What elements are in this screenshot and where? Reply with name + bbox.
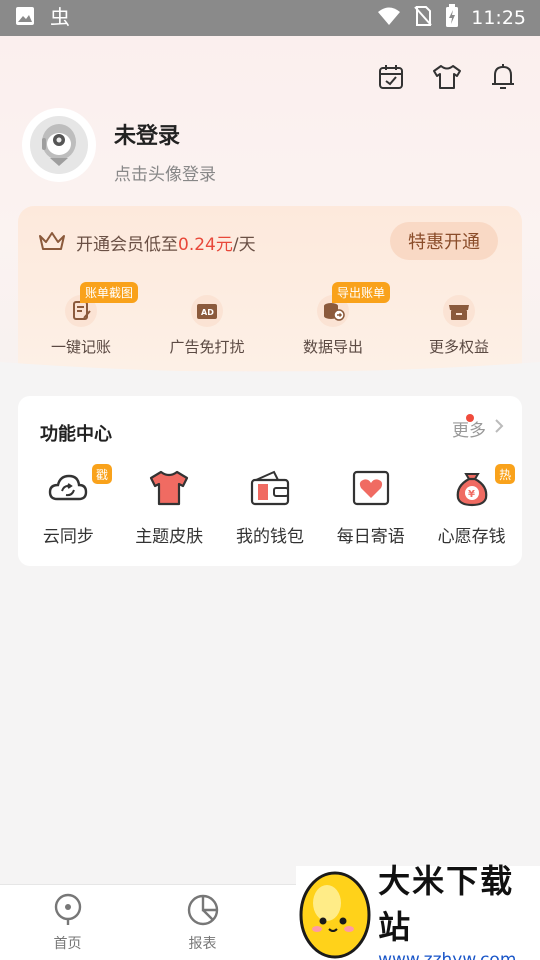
function-more-link[interactable]: 更多 bbox=[452, 414, 504, 441]
crown-icon bbox=[38, 230, 66, 256]
vip-card: 开通会员低至0.24元/天 特惠开通 一键记账 账单截图 AD 广告免打扰 数据… bbox=[18, 206, 522, 371]
nav-item-report[interactable]: 报表 bbox=[135, 885, 270, 960]
heart-card-icon bbox=[349, 466, 393, 510]
wifi-icon bbox=[377, 6, 401, 31]
watermark-url: www.zzhyw.com bbox=[378, 950, 517, 960]
nav-item-home[interactable]: 首页 bbox=[0, 885, 135, 960]
battery-charging-icon bbox=[445, 3, 459, 33]
vip-price: 0.24元 bbox=[178, 235, 233, 255]
top-actions bbox=[374, 60, 520, 94]
status-bar: 虫 11:25 bbox=[0, 0, 540, 36]
avatar[interactable] bbox=[22, 108, 96, 182]
function-center-title: 功能中心 bbox=[40, 424, 112, 445]
cloud-sync-icon bbox=[46, 466, 90, 510]
svg-text:虫: 虫 bbox=[50, 5, 70, 28]
vip-item-badge: 导出账单 bbox=[332, 282, 391, 303]
robot-avatar-icon bbox=[30, 116, 88, 174]
calendar-check-icon[interactable] bbox=[374, 60, 408, 94]
vip-open-button[interactable]: 特惠开通 bbox=[390, 222, 498, 260]
func-item-label: 我的钱包 bbox=[235, 527, 304, 547]
watermark-title: 大米下载站 bbox=[378, 862, 515, 946]
home-pin-icon bbox=[51, 893, 85, 927]
func-item-badge: 戳 bbox=[92, 464, 112, 484]
login-hint[interactable]: 点击头像登录 bbox=[114, 160, 216, 185]
func-item-label: 心愿存钱 bbox=[437, 527, 506, 547]
func-item-wish-saving[interactable]: ¥ 心愿存钱 热 bbox=[421, 464, 522, 547]
ad-block-icon: AD bbox=[190, 294, 224, 328]
pie-chart-icon bbox=[186, 893, 220, 927]
func-item-label: 每日寄语 bbox=[336, 527, 405, 547]
svg-text:AD: AD bbox=[201, 308, 214, 317]
function-items: 云同步 戳 主题皮肤 我的钱包 每日寄语 ¥ 心愿存钱 热 bbox=[18, 464, 522, 547]
func-item-badge: 热 bbox=[495, 464, 516, 484]
svg-text:¥: ¥ bbox=[468, 489, 475, 500]
bell-icon[interactable] bbox=[486, 60, 520, 94]
store-icon bbox=[442, 294, 476, 328]
rice-mascot-logo bbox=[296, 866, 374, 960]
vip-promo-text: 开通会员低至0.24元/天 bbox=[76, 235, 256, 255]
image-icon bbox=[14, 5, 36, 31]
nav-item-label: 报表 bbox=[188, 936, 217, 952]
chevron-right-icon bbox=[494, 418, 504, 439]
func-item-wallet[interactable]: 我的钱包 bbox=[220, 466, 321, 547]
func-item-label: 云同步 bbox=[42, 527, 94, 547]
user-name[interactable]: 未登录 bbox=[114, 118, 180, 150]
watermark: 大米下载站 www.zzhyw.com bbox=[296, 862, 540, 960]
no-sim-icon bbox=[413, 5, 433, 32]
vip-item-badge: 账单截图 bbox=[80, 282, 139, 303]
theme-shirt-icon bbox=[147, 466, 191, 510]
tshirt-icon[interactable] bbox=[430, 60, 464, 94]
red-dot-badge bbox=[466, 414, 474, 422]
function-center-card: 功能中心 更多 云同步 戳 主题皮肤 我的钱包 每日寄语 ¥ 心愿存钱 热 bbox=[18, 396, 522, 566]
func-item-daily-message[interactable]: 每日寄语 bbox=[320, 466, 421, 547]
money-bag-icon: ¥ bbox=[450, 466, 494, 510]
func-item-cloud-sync[interactable]: 云同步 戳 bbox=[18, 464, 119, 547]
bug-icon: 虫 bbox=[48, 4, 72, 32]
func-item-theme-skin[interactable]: 主题皮肤 bbox=[119, 466, 220, 547]
watermark-text: 大米下载站 www.zzhyw.com bbox=[378, 856, 540, 960]
wave-divider bbox=[0, 362, 540, 402]
func-item-label: 主题皮肤 bbox=[135, 527, 204, 547]
clock-time: 11:25 bbox=[471, 7, 526, 29]
nav-item-label: 首页 bbox=[53, 936, 82, 952]
wallet-icon bbox=[248, 466, 292, 510]
